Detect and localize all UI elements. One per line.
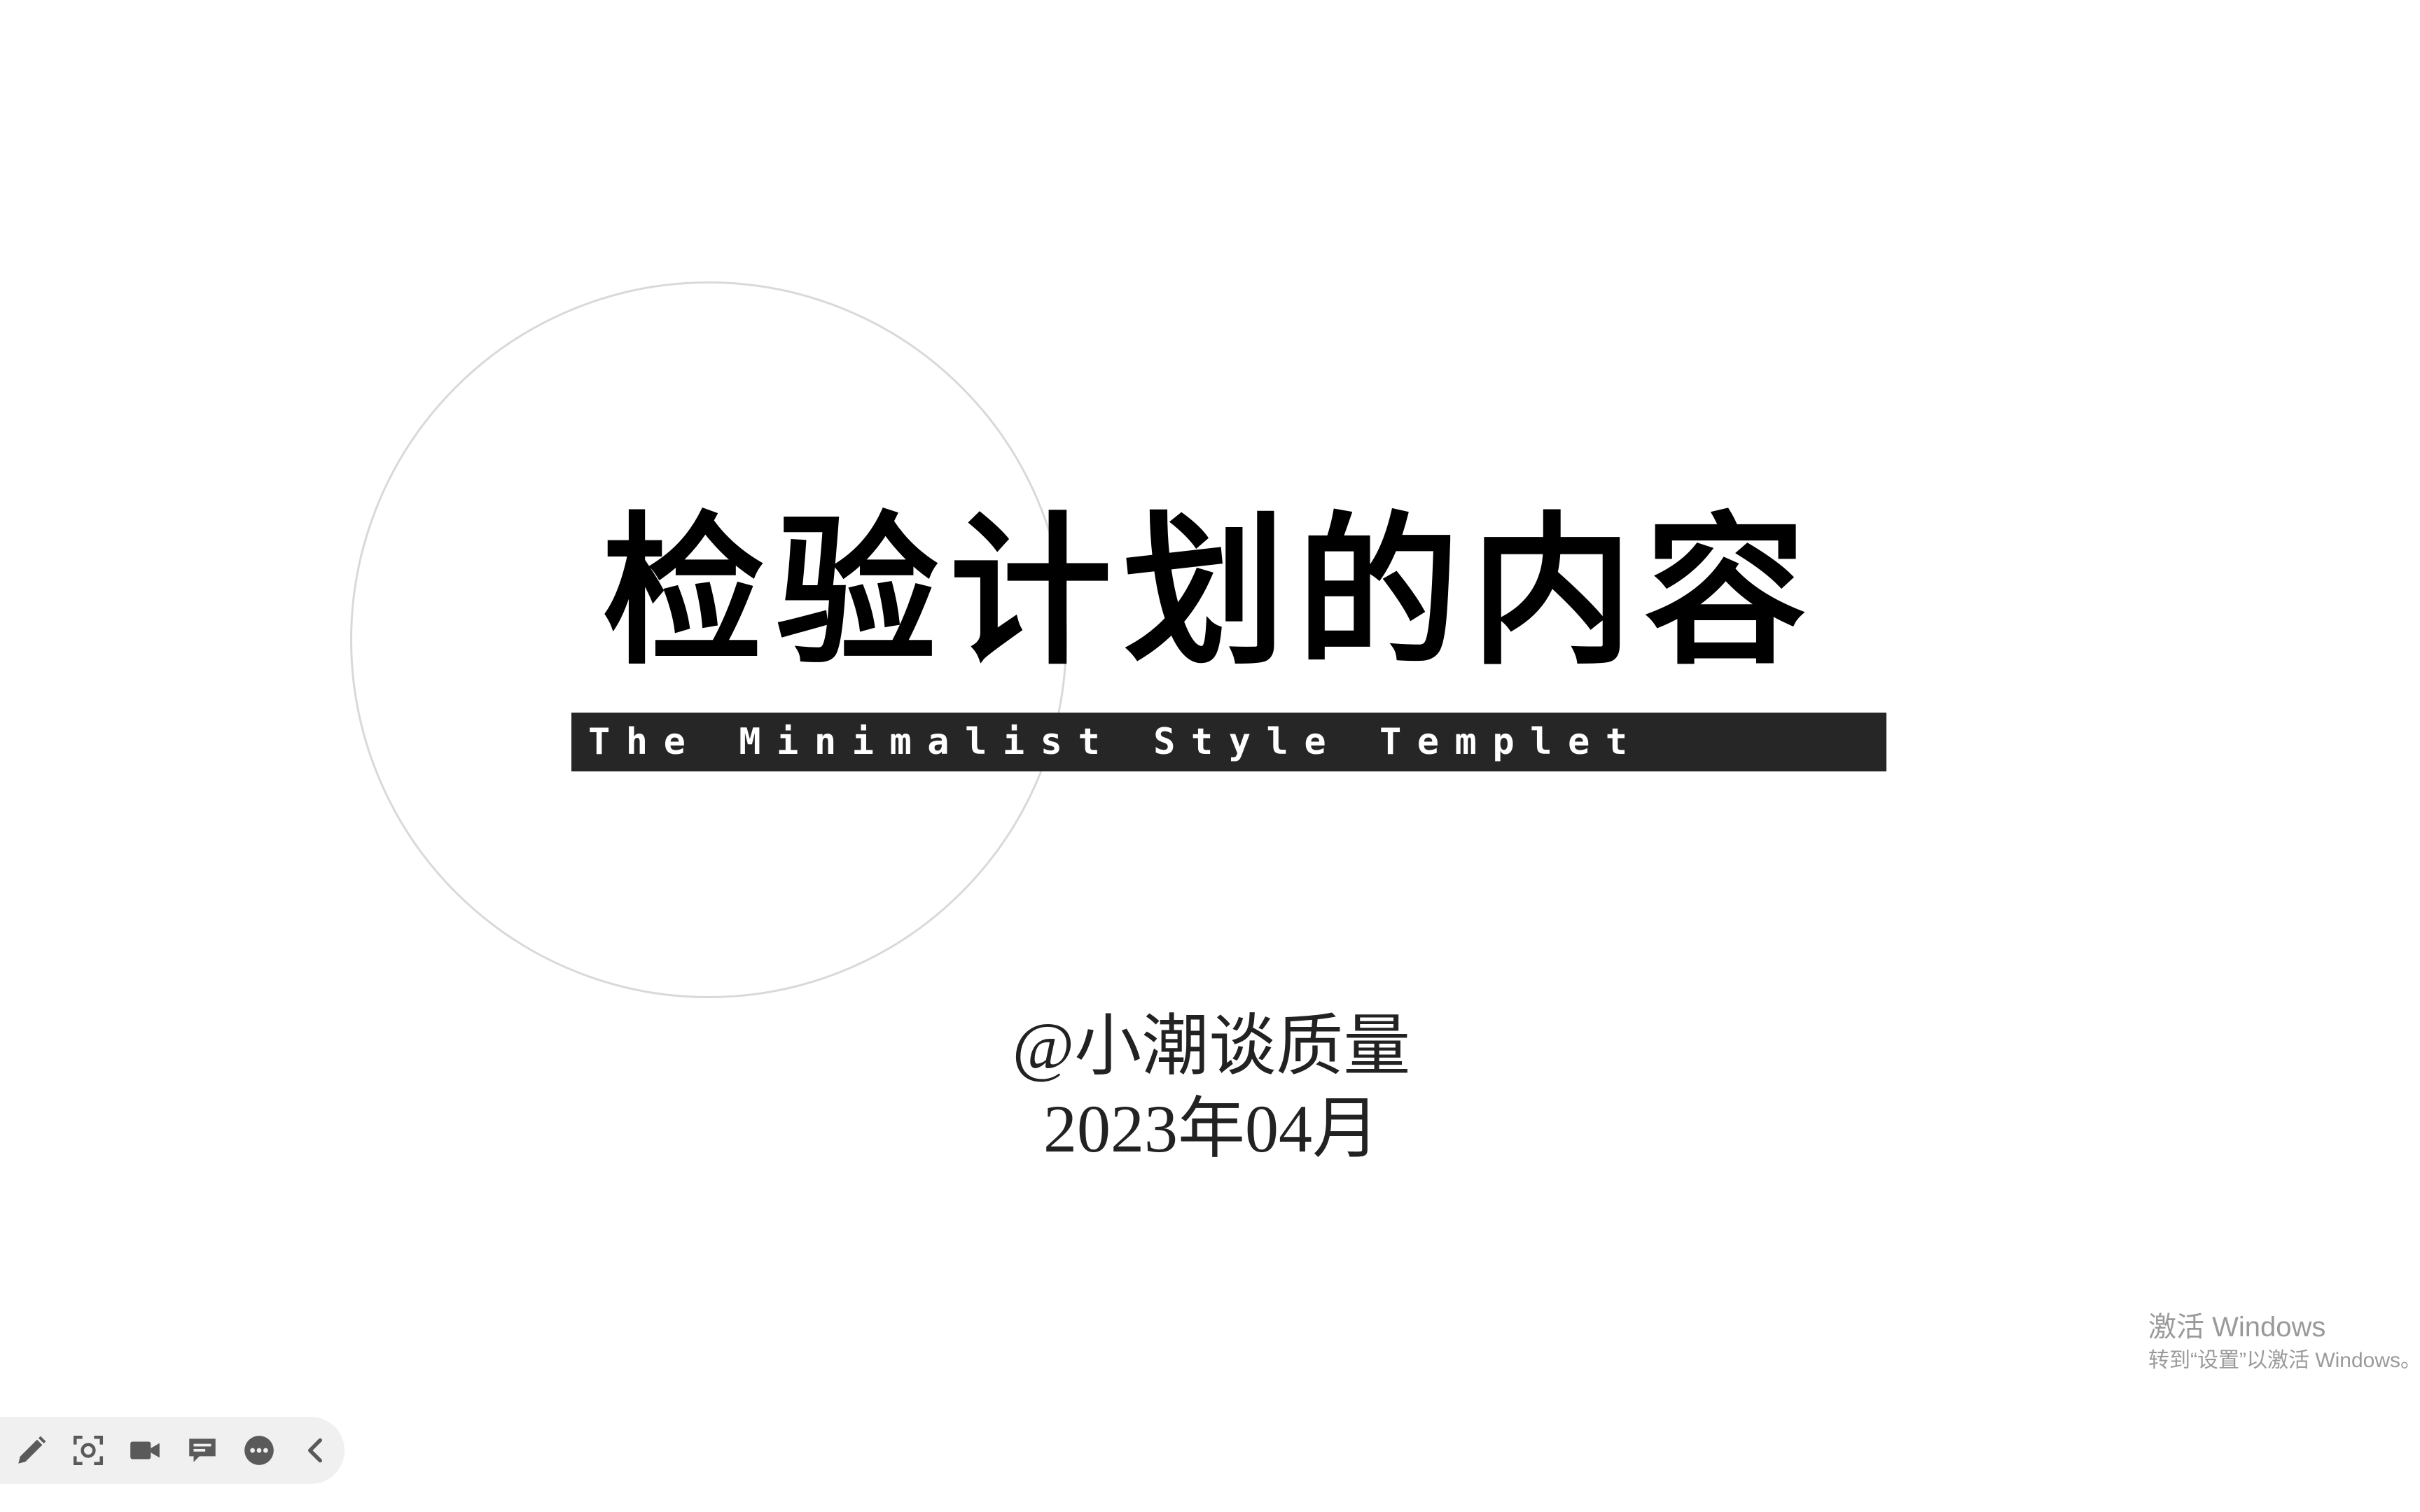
- subtitle-banner: The Minimalist Style Templet: [571, 713, 1886, 771]
- screenshot-icon: [73, 1435, 104, 1466]
- watermark-title: 激活 Windows: [2148, 1312, 2326, 1343]
- pen-button[interactable]: [3, 1422, 60, 1479]
- author-label: @小潮谈质量: [1012, 1009, 1411, 1084]
- pencil-icon: [18, 1436, 46, 1464]
- record-button[interactable]: [117, 1422, 174, 1479]
- more-button[interactable]: [230, 1422, 287, 1479]
- video-camera-icon: [130, 1441, 160, 1460]
- chevron-left-icon: [308, 1438, 323, 1463]
- slide-title: 检验计划的内容: [602, 496, 1819, 687]
- presentation-toolbar: [0, 1417, 345, 1484]
- windows-activation-watermark: 激活 Windows 转到“设置”以激活 Windows。: [2148, 1308, 2420, 1375]
- more-icon: [244, 1436, 274, 1465]
- subtitle-text: The Minimalist Style Templet: [588, 721, 1643, 763]
- date-label: 2023年04月: [1043, 1091, 1379, 1166]
- presentation-slide: 检验计划的内容 The Minimalist Style Templet @小潮…: [0, 0, 2420, 1512]
- collapse-toolbar-button[interactable]: [288, 1422, 345, 1479]
- screenshot-button[interactable]: [60, 1422, 116, 1479]
- comment-icon: [188, 1438, 216, 1462]
- comment-button[interactable]: [174, 1422, 230, 1479]
- watermark-subtitle: 转到“设置”以激活 Windows。: [2148, 1349, 2420, 1372]
